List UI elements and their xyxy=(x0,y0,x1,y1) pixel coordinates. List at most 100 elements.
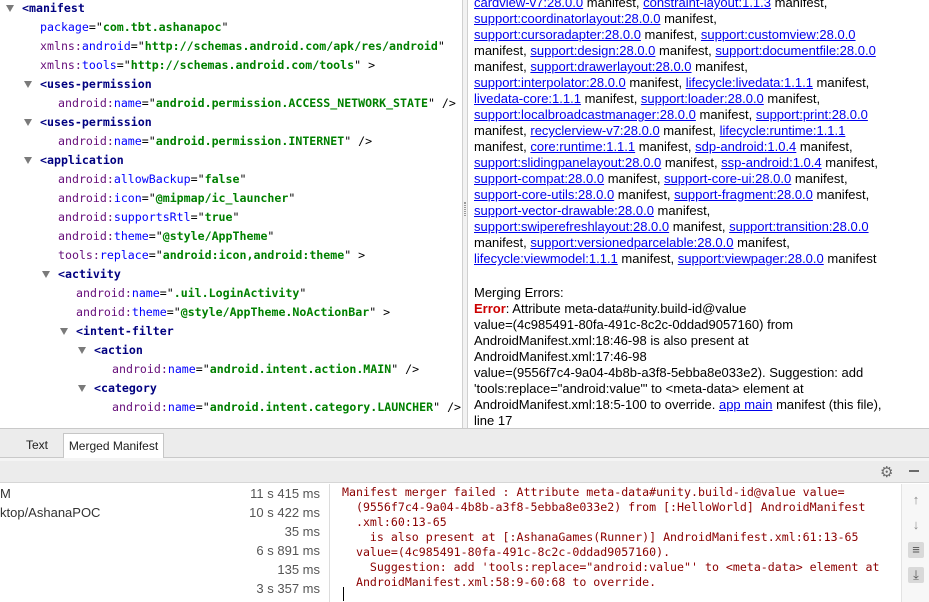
build-tree-row[interactable]: ktop/AshanaPOC 10 s 422 ms xyxy=(0,505,330,524)
xml-line[interactable]: android:theme="@style/AppTheme" xyxy=(58,227,274,246)
collapse-triangle-icon[interactable] xyxy=(78,385,86,392)
library-manifest-link[interactable]: core:runtime:1.1.1 xyxy=(530,139,635,154)
library-manifest-link[interactable]: support:coordinatorlayout:28.0.0 xyxy=(474,11,660,26)
attr-name: replace xyxy=(99,248,149,262)
collapse-triangle-icon[interactable] xyxy=(24,157,32,164)
library-manifest-link[interactable]: support:documentfile:28.0.0 xyxy=(715,43,875,58)
library-manifest-link[interactable]: support:viewpager:28.0.0 xyxy=(678,251,824,266)
xml-line[interactable]: xmlns:android="http://schemas.android.co… xyxy=(40,37,445,56)
xml-line[interactable]: android:name="android.permission.ACCESS_… xyxy=(58,94,456,113)
xml-line[interactable]: package="com.tbt.ashanapoc" xyxy=(40,18,229,37)
build-tree-row[interactable]: M 11 s 415 ms xyxy=(0,486,330,505)
xml-line[interactable]: android:icon="@mipmap/ic_launcher" xyxy=(58,189,295,208)
down-arrow-icon[interactable]: ↓ xyxy=(908,517,924,533)
build-tree-row[interactable]: 3 s 357 ms xyxy=(0,581,330,600)
library-manifest-link[interactable]: support:versionedparcelable:28.0.0 xyxy=(530,235,733,250)
attr-value: false xyxy=(204,172,240,186)
attr-value: android.permission.INTERNET xyxy=(155,134,345,148)
xml-line[interactable]: <uses-permission xyxy=(40,75,152,94)
info-text: manifest, xyxy=(625,75,686,90)
attr-name: name xyxy=(113,134,142,148)
collapse-triangle-icon[interactable] xyxy=(6,5,14,12)
library-manifest-link[interactable]: support:customview:28.0.0 xyxy=(701,27,856,42)
info-line: support:localbroadcastmanager:28.0.0 man… xyxy=(474,107,868,123)
collapse-triangle-icon[interactable] xyxy=(42,271,50,278)
xml-line[interactable]: <activity xyxy=(58,265,121,284)
attr-name: icon xyxy=(113,191,142,205)
xml-line[interactable]: android:supportsRtl="true" xyxy=(58,208,240,227)
info-line: cardview-v7:28.0.0 manifest, constraint-… xyxy=(474,0,827,11)
library-manifest-link[interactable]: support-compat:28.0.0 xyxy=(474,171,604,186)
collapse-triangle-icon[interactable] xyxy=(24,119,32,126)
build-output-console[interactable]: Manifest merger failed : Attribute meta-… xyxy=(331,484,901,602)
gear-icon[interactable]: ⚙ xyxy=(880,463,893,481)
console-line: Suggestion: add 'tools:replace="android:… xyxy=(342,560,880,574)
tab-merged-manifest[interactable]: Merged Manifest xyxy=(63,433,164,458)
minimize-icon[interactable] xyxy=(909,470,919,472)
up-arrow-icon[interactable]: ↑ xyxy=(908,492,924,508)
library-manifest-link[interactable]: support-core-ui:28.0.0 xyxy=(664,171,791,186)
info-text: value=(4c985491-80fa-491c-8c2c-0ddad9057… xyxy=(474,317,794,332)
soft-wrap-icon[interactable]: ≡ xyxy=(908,542,924,558)
xml-line[interactable]: <intent-filter xyxy=(76,322,174,341)
library-manifest-link[interactable]: support-core-utils:28.0.0 xyxy=(474,187,614,202)
attr-name: android xyxy=(81,39,131,53)
info-text: manifest, xyxy=(659,123,720,138)
library-manifest-link[interactable]: cardview-v7:28.0.0 xyxy=(474,0,583,10)
library-manifest-link[interactable]: lifecycle:runtime:1.1.1 xyxy=(720,123,846,138)
info-text: manifest, xyxy=(614,187,675,202)
xml-line[interactable]: <manifest xyxy=(22,0,85,18)
library-manifest-link[interactable]: sdp-android:1.0.4 xyxy=(695,139,796,154)
library-manifest-link[interactable]: support:interpolator:28.0.0 xyxy=(474,75,626,90)
library-manifest-link[interactable]: constraint-layout:1.1.3 xyxy=(643,0,771,10)
library-manifest-link[interactable]: app main xyxy=(719,397,772,412)
library-manifest-link[interactable]: lifecycle:viewmodel:1.1.1 xyxy=(474,251,618,266)
library-manifest-link[interactable]: support:slidingpanelayout:28.0.0 xyxy=(474,155,661,170)
build-tree-row[interactable]: 6 s 891 ms xyxy=(0,543,330,562)
library-manifest-link[interactable]: support:print:28.0.0 xyxy=(756,107,868,122)
tab-text[interactable]: Text xyxy=(15,433,59,458)
xml-tag: <uses-permission xyxy=(40,77,152,91)
xml-line[interactable]: android:name=".uil.LoginActivity" xyxy=(76,284,306,303)
xml-line[interactable]: xmlns:tools="http://schemas.android.com/… xyxy=(40,56,375,75)
library-manifest-link[interactable]: support-vector-drawable:28.0.0 xyxy=(474,203,654,218)
collapse-triangle-icon[interactable] xyxy=(60,328,68,335)
library-manifest-link[interactable]: support:loader:28.0.0 xyxy=(641,91,764,106)
collapse-triangle-icon[interactable] xyxy=(24,81,32,88)
build-tree[interactable]: M 11 s 415 ms ktop/AshanaPOC 10 s 422 ms 35 … xyxy=(0,484,330,602)
build-tree-row[interactable]: 135 ms xyxy=(0,562,330,581)
collapse-triangle-icon[interactable] xyxy=(78,347,86,354)
xml-line[interactable]: android:name="android.intent.action.MAIN… xyxy=(112,360,419,379)
library-manifest-link[interactable]: support-fragment:28.0.0 xyxy=(674,187,813,202)
library-manifest-link[interactable]: ssp-android:1.0.4 xyxy=(721,155,821,170)
library-manifest-link[interactable]: support:transition:28.0.0 xyxy=(729,219,868,234)
library-manifest-link[interactable]: support:localbroadcastmanager:28.0.0 xyxy=(474,107,696,122)
info-line: 'tools:replace="android:value"' to <meta… xyxy=(474,381,804,397)
attr-equals: =" xyxy=(88,20,103,34)
xml-line[interactable]: android:name="android.intent.category.LA… xyxy=(112,398,461,417)
build-task-duration: 11 s 415 ms xyxy=(250,486,320,501)
xml-line[interactable]: <category xyxy=(94,379,157,398)
info-text: AndroidManifest.xml:17:46-98 xyxy=(474,349,647,364)
attr-namespace: android: xyxy=(58,134,114,148)
scroll-to-end-icon[interactable]: ⤓ xyxy=(908,567,924,583)
xml-line[interactable]: android:name="android.permission.INTERNE… xyxy=(58,132,372,151)
info-line: support-compat:28.0.0 manifest, support-… xyxy=(474,171,848,187)
attr-namespace: android: xyxy=(76,286,132,300)
xml-line[interactable]: tools:replace="android:icon,android:them… xyxy=(58,246,365,265)
xml-line[interactable]: <application xyxy=(40,151,124,170)
build-tree-row[interactable]: 35 ms xyxy=(0,524,330,543)
manifest-xml-tree[interactable]: <manifest package="com.tbt.ashanapoc" xmln… xyxy=(0,0,462,428)
library-manifest-link[interactable]: support:cursoradapter:28.0.0 xyxy=(474,27,641,42)
library-manifest-link[interactable]: support:drawerlayout:28.0.0 xyxy=(530,59,691,74)
attr-close-quote: " xyxy=(288,191,296,205)
library-manifest-link[interactable]: support:swiperefreshlayout:28.0.0 xyxy=(474,219,669,234)
library-manifest-link[interactable]: support:design:28.0.0 xyxy=(530,43,655,58)
xml-line[interactable]: <uses-permission xyxy=(40,113,152,132)
library-manifest-link[interactable]: lifecycle:livedata:1.1.1 xyxy=(686,75,813,90)
library-manifest-link[interactable]: recyclerview-v7:28.0.0 xyxy=(530,123,659,138)
xml-line[interactable]: <action xyxy=(94,341,143,360)
library-manifest-link[interactable]: livedata-core:1.1.1 xyxy=(474,91,581,106)
xml-line[interactable]: android:theme="@style/AppTheme.NoActionB… xyxy=(76,303,390,322)
xml-line[interactable]: android:allowBackup="false" xyxy=(58,170,246,189)
